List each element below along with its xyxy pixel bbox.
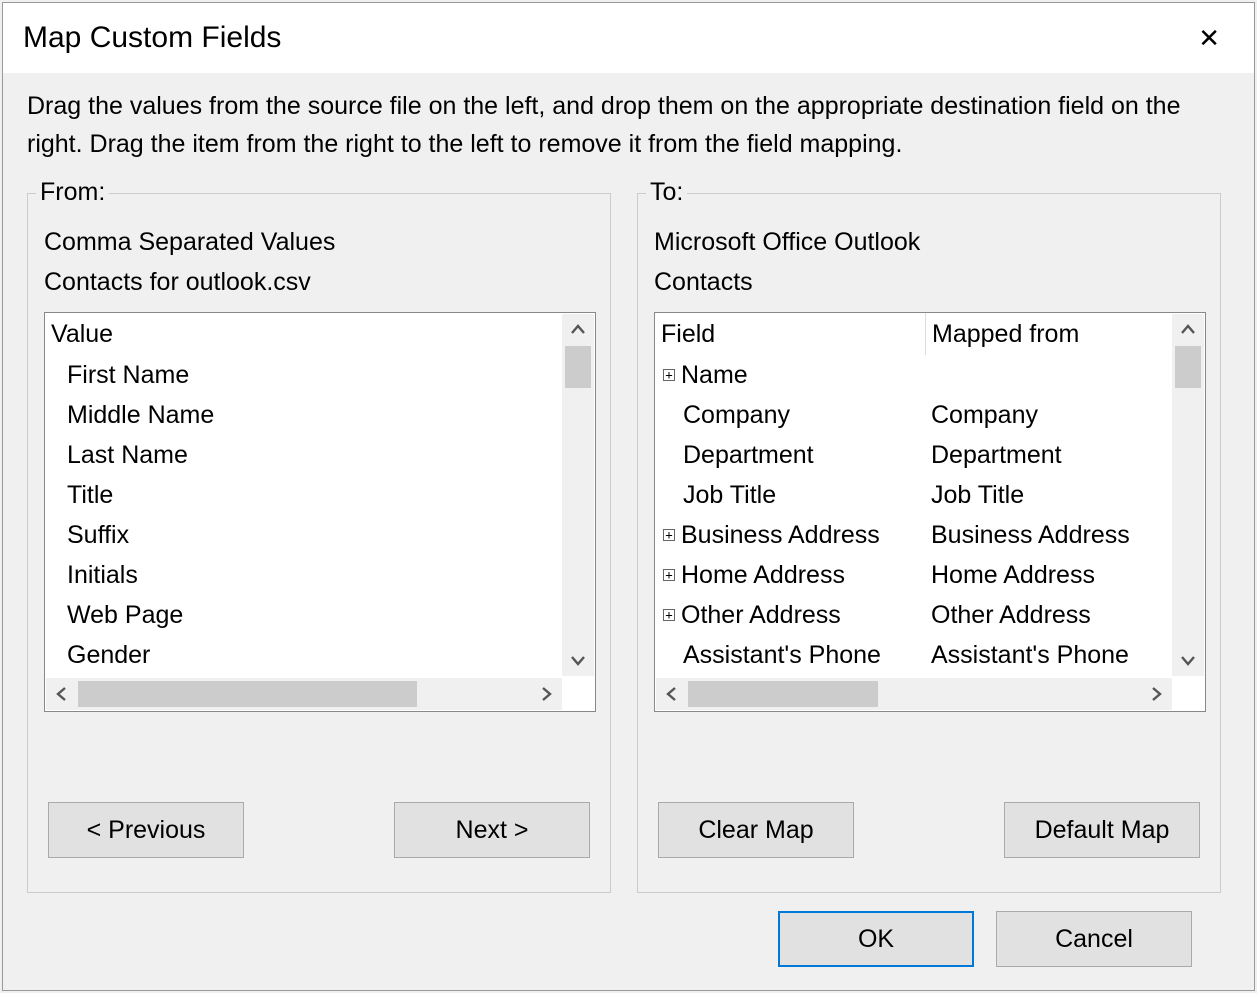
chevron-left-icon[interactable]: [656, 678, 688, 710]
dialog-content: Drag the values from the source file on …: [3, 73, 1254, 967]
scroll-track[interactable]: [1172, 346, 1204, 644]
list-item-label: Last Name: [67, 441, 188, 470]
field-label: Name: [681, 361, 748, 390]
field-label: Home Address: [681, 561, 845, 590]
mapped-label: Department: [925, 441, 1205, 470]
scroll-track[interactable]: [688, 678, 1140, 710]
expand-icon[interactable]: +: [663, 369, 675, 381]
list-item[interactable]: Suffix: [45, 515, 595, 555]
from-header: Value: [45, 313, 595, 355]
table-row[interactable]: + Other Address Other Address: [655, 595, 1205, 635]
titlebar: Map Custom Fields ✕: [3, 3, 1254, 73]
mapped-label: Other Address: [925, 601, 1205, 630]
from-vertical-scrollbar[interactable]: [562, 314, 594, 676]
field-label: Company: [683, 401, 790, 430]
table-row[interactable]: + Name: [655, 355, 1205, 395]
to-header-mapped: Mapped from: [925, 313, 1205, 355]
from-format: Comma Separated Values: [44, 222, 594, 262]
close-button[interactable]: ✕: [1184, 15, 1234, 62]
to-panel-inner: Microsoft Office Outlook Contacts Field …: [638, 194, 1220, 858]
mapped-label: Home Address: [925, 561, 1205, 590]
default-map-button[interactable]: Default Map: [1004, 802, 1200, 858]
field-label: Business Address: [681, 521, 880, 550]
field-label: Assistant's Phone: [683, 641, 881, 670]
list-item-label: Suffix: [67, 521, 129, 550]
cancel-button[interactable]: Cancel: [996, 911, 1192, 967]
to-info: Microsoft Office Outlook Contacts: [654, 222, 1204, 302]
scroll-thumb[interactable]: [688, 681, 878, 707]
mapped-label: Job Title: [925, 481, 1205, 510]
to-app: Microsoft Office Outlook: [654, 222, 1204, 262]
expand-icon[interactable]: +: [663, 609, 675, 621]
table-row[interactable]: + Home Address Home Address: [655, 555, 1205, 595]
chevron-up-icon[interactable]: [562, 314, 594, 346]
to-panel: To: Microsoft Office Outlook Contacts Fi…: [637, 193, 1221, 893]
previous-button[interactable]: < Previous: [48, 802, 244, 858]
table-row[interactable]: Department Department: [655, 435, 1205, 475]
from-panel: From: Comma Separated Values Contacts fo…: [27, 193, 611, 893]
field-label: Job Title: [683, 481, 776, 510]
list-item-label: First Name: [67, 361, 189, 390]
mapped-label: Company: [925, 401, 1205, 430]
to-header: Field Mapped from: [655, 313, 1205, 355]
ok-button[interactable]: OK: [778, 911, 974, 967]
table-row[interactable]: + Business Address Business Address: [655, 515, 1205, 555]
clear-map-button[interactable]: Clear Map: [658, 802, 854, 858]
to-legend: To:: [646, 178, 687, 207]
to-list-body: + Name Company Company Department Departm…: [655, 355, 1205, 711]
chevron-up-icon[interactable]: [1172, 314, 1204, 346]
instructions-text: Drag the values from the source file on …: [27, 87, 1230, 163]
chevron-down-icon[interactable]: [562, 644, 594, 676]
from-filename: Contacts for outlook.csv: [44, 262, 594, 302]
dialog-footer: OK Cancel: [27, 893, 1230, 967]
chevron-down-icon[interactable]: [1172, 644, 1204, 676]
chevron-right-icon[interactable]: [530, 678, 562, 710]
field-label: Other Address: [681, 601, 841, 630]
list-item[interactable]: Gender: [45, 635, 595, 675]
field-label: Department: [683, 441, 814, 470]
to-vertical-scrollbar[interactable]: [1172, 314, 1204, 676]
to-buttons: Clear Map Default Map: [654, 802, 1204, 858]
mapped-label: Assistant's Phone: [925, 641, 1205, 670]
expand-icon[interactable]: +: [663, 569, 675, 581]
to-horizontal-scrollbar[interactable]: [656, 678, 1172, 710]
list-item[interactable]: Initials: [45, 555, 595, 595]
from-listbox[interactable]: Value First Name Middle Name Last Name T…: [44, 312, 596, 712]
chevron-left-icon[interactable]: [46, 678, 78, 710]
scroll-thumb[interactable]: [78, 681, 417, 707]
from-info: Comma Separated Values Contacts for outl…: [44, 222, 594, 302]
list-item[interactable]: Web Page: [45, 595, 595, 635]
from-legend: From:: [36, 178, 109, 207]
list-item-label: Web Page: [67, 601, 183, 630]
table-row[interactable]: Company Company: [655, 395, 1205, 435]
chevron-right-icon[interactable]: [1140, 678, 1172, 710]
dialog-window: Map Custom Fields ✕ Drag the values from…: [2, 2, 1255, 991]
list-item-label: Gender: [67, 641, 150, 670]
list-item-label: Middle Name: [67, 401, 214, 430]
mapped-label: Business Address: [925, 521, 1205, 550]
scroll-thumb[interactable]: [565, 346, 591, 388]
scroll-track[interactable]: [562, 346, 594, 644]
list-item[interactable]: Last Name: [45, 435, 595, 475]
to-header-field: Field: [655, 320, 925, 349]
to-listbox[interactable]: Field Mapped from + Name Company Company: [654, 312, 1206, 712]
panels-row: From: Comma Separated Values Contacts fo…: [27, 193, 1230, 893]
list-item-label: Initials: [67, 561, 138, 590]
list-item[interactable]: First Name: [45, 355, 595, 395]
dialog-title: Map Custom Fields: [23, 21, 281, 55]
from-buttons: < Previous Next >: [44, 802, 594, 858]
expand-icon[interactable]: +: [663, 529, 675, 541]
from-list-body: First Name Middle Name Last Name Title S…: [45, 355, 595, 711]
list-item[interactable]: Middle Name: [45, 395, 595, 435]
next-button[interactable]: Next >: [394, 802, 590, 858]
scroll-track[interactable]: [78, 678, 530, 710]
table-row[interactable]: Job Title Job Title: [655, 475, 1205, 515]
from-horizontal-scrollbar[interactable]: [46, 678, 562, 710]
scroll-thumb[interactable]: [1175, 346, 1201, 388]
list-item[interactable]: Title: [45, 475, 595, 515]
table-row[interactable]: Assistant's Phone Assistant's Phone: [655, 635, 1205, 675]
to-folder: Contacts: [654, 262, 1204, 302]
list-item-label: Title: [67, 481, 113, 510]
from-panel-inner: Comma Separated Values Contacts for outl…: [28, 194, 610, 858]
